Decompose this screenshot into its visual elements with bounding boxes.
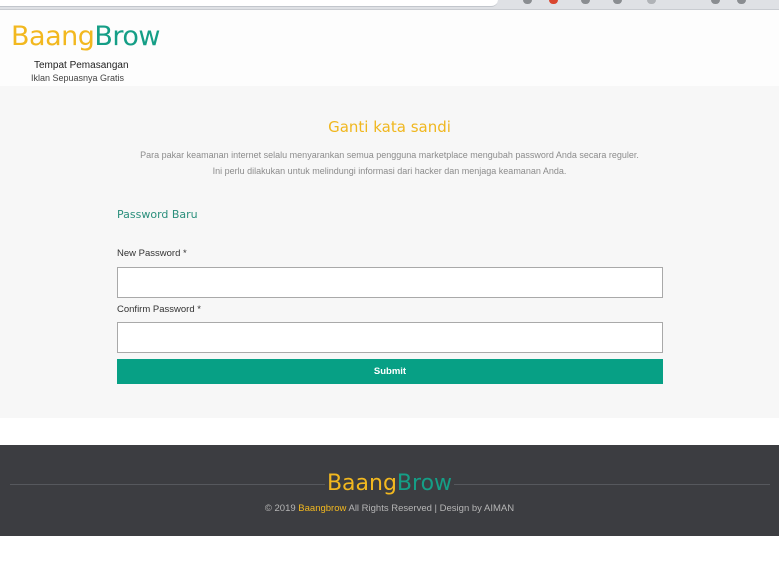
toolbar-icon[interactable] (549, 0, 558, 4)
change-password-section: Ganti kata sandi Para pakar keamanan int… (0, 86, 779, 418)
site-header: BaangBrow Tempat Pemasangan Iklan Sepuas… (0, 10, 779, 86)
page-title: Ganti kata sandi (328, 118, 451, 136)
footer-logo-part-brow: Brow (396, 471, 453, 496)
site-footer: BaangBrow © 2019 Baangbrow All Rights Re… (0, 445, 779, 536)
copyright-brand-link[interactable]: Baangbrow (298, 503, 346, 514)
footer-logo-part-baang: Baang (326, 471, 397, 496)
confirm-password-label: Confirm Password * (117, 304, 201, 315)
new-password-label: New Password * (117, 248, 187, 259)
logo-part-brow: Brow (94, 21, 161, 52)
site-logo[interactable]: BaangBrow (11, 21, 161, 52)
description-line1: Para pakar keamanan internet selalu meny… (140, 150, 639, 160)
address-bar-edge[interactable] (0, 0, 498, 7)
copyright-suffix: All Rights Reserved | Design by AIMAN (348, 503, 515, 514)
tagline-line2: Iklan Sepuasnya Gratis (31, 73, 125, 83)
confirm-password-input[interactable] (117, 322, 663, 353)
toolbar-icon[interactable] (647, 0, 656, 4)
footer-logo[interactable]: BaangBrow (0, 470, 779, 498)
copyright-text: © 2019 Baangbrow All Rights Reserved | D… (0, 503, 779, 514)
section-heading-new-password: Password Baru (117, 208, 198, 221)
toolbar-icon[interactable] (613, 0, 622, 4)
logo-part-baang: Baang (11, 21, 95, 52)
submit-button[interactable]: Submit (117, 359, 663, 384)
new-password-input[interactable] (117, 267, 663, 298)
toolbar-icon[interactable] (581, 0, 590, 4)
description-line2: Ini perlu dilakukan untuk melindungi inf… (212, 166, 567, 176)
copyright-prefix: © 2019 (264, 503, 296, 514)
browser-toolbar-edge (0, 0, 779, 10)
tagline-line1: Tempat Pemasangan (34, 60, 129, 71)
toolbar-icon[interactable] (711, 0, 720, 4)
toolbar-icon[interactable] (737, 0, 746, 4)
toolbar-icon[interactable] (523, 0, 532, 4)
